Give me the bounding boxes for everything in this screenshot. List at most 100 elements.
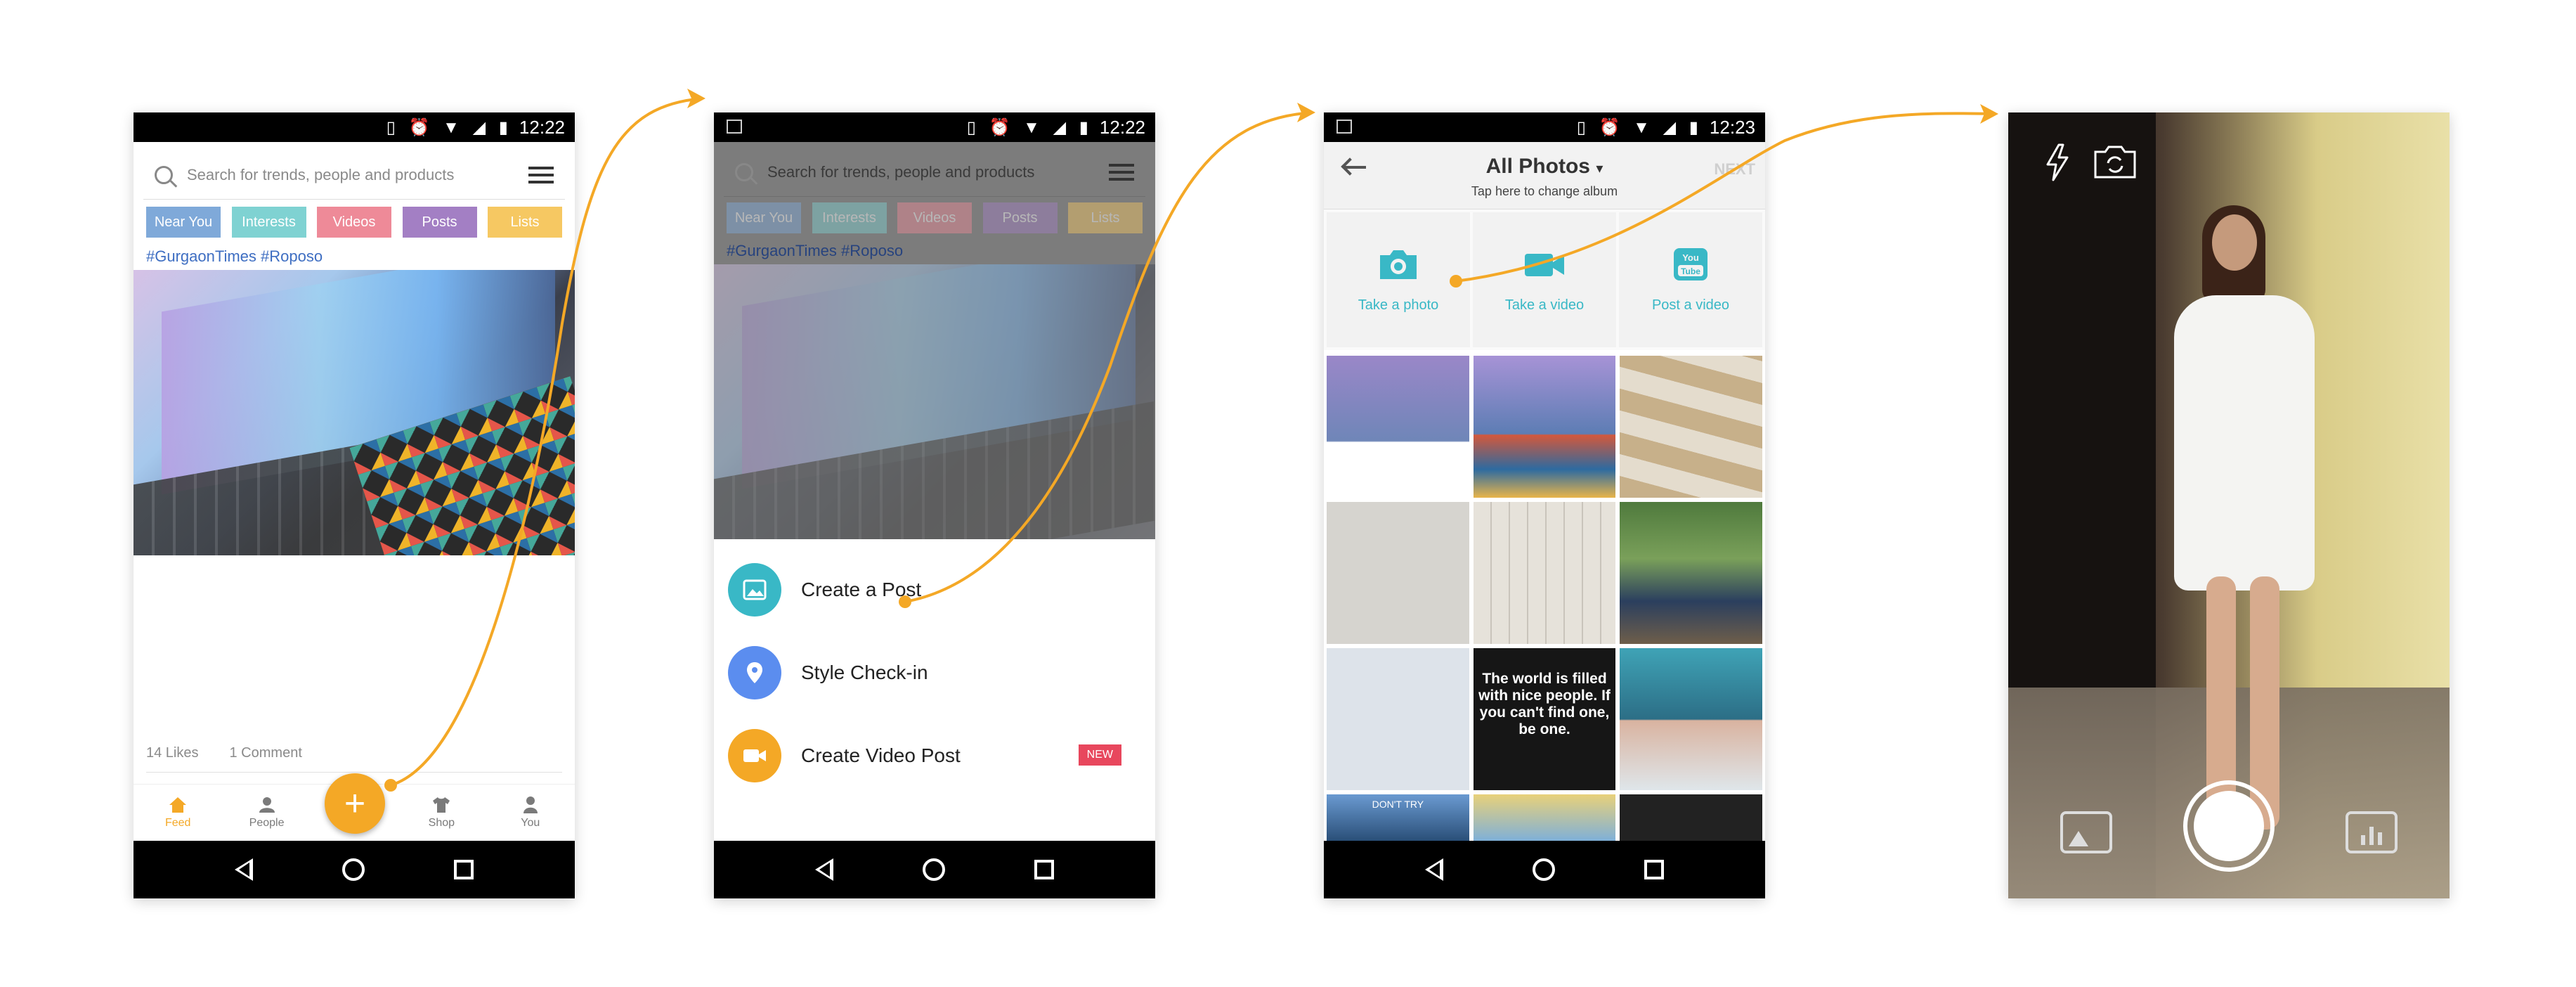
likes-count[interactable]: 14 Likes: [146, 745, 199, 761]
status-icons: ▯ ⏰ ▼ ◢ ▮: [1576, 117, 1703, 137]
gallery-icon[interactable]: [2060, 811, 2112, 853]
capture-label: Post a video: [1651, 297, 1730, 313]
dimmed-feed-overlay[interactable]: Search for trends, people and products N…: [714, 142, 1155, 539]
chip-near-you[interactable]: Near You: [146, 207, 221, 238]
shutter-button[interactable]: [2183, 780, 2275, 872]
android-nav-bar: [134, 841, 575, 898]
menu-label: Style Check-in: [801, 662, 928, 683]
post-video-option[interactable]: You Tube Post a video: [1619, 212, 1762, 347]
create-fab-button[interactable]: +: [325, 773, 385, 834]
comments-count[interactable]: 1 Comment: [230, 745, 302, 761]
shutter-inner: [2194, 791, 2264, 861]
photo-thumbnail[interactable]: [1327, 648, 1469, 790]
chip-interests: Interests: [812, 202, 887, 233]
phone-camera-screen: [2008, 112, 2450, 898]
image-icon: [728, 563, 781, 617]
people-icon: [259, 796, 275, 813]
svg-text:You: You: [1682, 252, 1699, 263]
tab-people[interactable]: People: [235, 796, 299, 830]
chip-videos[interactable]: Videos: [317, 207, 391, 238]
viewfinder-person-head: [2212, 214, 2257, 271]
photo-thumbnail[interactable]: [1620, 356, 1762, 498]
post-hashtags: #GurgaonTimes #Roposo: [727, 242, 904, 259]
photo-thumbnail[interactable]: [1620, 502, 1762, 644]
photo-thumbnail[interactable]: [1473, 356, 1616, 498]
take-photo-option[interactable]: Take a photo: [1327, 212, 1470, 347]
person-icon: [523, 796, 538, 813]
menu-item-style-checkin[interactable]: Style Check-in: [728, 645, 1143, 701]
menu-item-create-video-post[interactable]: Create Video Post NEW: [728, 728, 1143, 784]
status-bar: ▯ ⏰ ▼ ◢ ▮ 12:23: [1324, 112, 1765, 142]
tab-label: People: [249, 816, 285, 829]
recent-apps-icon[interactable]: [1644, 860, 1665, 879]
flash-icon[interactable]: [2045, 143, 2070, 181]
quote-thumbnail[interactable]: The world is filled with nice people. If…: [1473, 648, 1616, 790]
menu-item-create-post[interactable]: Create a Post: [728, 562, 1143, 618]
search-input[interactable]: Search for trends, people and products: [187, 166, 514, 184]
chip-lists: Lists: [1068, 202, 1143, 233]
search-icon: [155, 165, 173, 184]
home-circle-icon[interactable]: [922, 858, 945, 881]
search-bar: Search for trends, people and products: [724, 148, 1145, 197]
take-video-option[interactable]: Take a video: [1473, 212, 1616, 347]
tab-label: Feed: [164, 816, 191, 829]
status-time: 12:23: [1709, 116, 1755, 138]
recent-apps-icon[interactable]: [454, 860, 474, 879]
post-stats: 14 Likes 1 Comment: [146, 745, 302, 761]
filter-icon[interactable]: [2346, 811, 2398, 853]
photo-thumbnail[interactable]: [1327, 502, 1469, 644]
photo-thumbnail[interactable]: [1473, 794, 1616, 841]
chip-interests[interactable]: Interests: [231, 207, 306, 238]
album-title[interactable]: All Photos ▾: [1324, 155, 1765, 179]
chip-lists[interactable]: Lists: [488, 207, 562, 238]
home-circle-icon[interactable]: [341, 858, 365, 881]
status-bar: ▯ ⏰ ▼ ◢ ▮ 12:22: [134, 112, 575, 142]
flow-arrowhead: [1297, 103, 1315, 122]
tab-you[interactable]: You: [499, 796, 562, 830]
status-icons: ▯ ⏰ ▼ ◢ ▮: [966, 117, 1093, 137]
android-nav-bar: [714, 841, 1155, 898]
camera-icon: [1380, 250, 1417, 279]
tab-label: Shop: [428, 816, 455, 829]
svg-text:Tube: Tube: [1681, 266, 1700, 276]
tab-shop[interactable]: Shop: [410, 796, 473, 830]
flow-arrowhead: [687, 89, 705, 108]
chip-posts[interactable]: Posts: [402, 207, 477, 238]
post-hashtags[interactable]: #GurgaonTimes #Roposo: [146, 247, 323, 266]
youtube-icon: You Tube: [1674, 247, 1707, 280]
recent-apps-icon[interactable]: [1034, 860, 1055, 879]
search-input: Search for trends, people and products: [767, 162, 1035, 181]
hamburger-menu-icon[interactable]: [528, 166, 554, 183]
chip-near-you: Near You: [727, 202, 801, 233]
photo-thumbnail[interactable]: [1620, 648, 1762, 790]
tab-label: You: [521, 816, 540, 829]
album-title-text: All Photos: [1485, 155, 1590, 178]
divider: [146, 772, 562, 773]
switch-camera-icon[interactable]: [2093, 143, 2138, 180]
dropdown-caret-icon: ▾: [1596, 161, 1604, 176]
video-camera-icon: [728, 729, 781, 782]
viewfinder-person-dress: [2174, 295, 2315, 591]
tab-feed[interactable]: Feed: [146, 796, 209, 830]
android-nav-bar: [1324, 841, 1765, 898]
home-icon: [169, 796, 187, 813]
next-button[interactable]: NEXT: [1714, 160, 1755, 179]
album-subtitle[interactable]: Tap here to change album: [1324, 184, 1765, 199]
photo-thumbnail[interactable]: DON'T TRY: [1327, 794, 1469, 841]
photo-thumbnail[interactable]: [1327, 356, 1469, 498]
capture-label: Take a photo: [1358, 297, 1439, 313]
status-time: 12:22: [1099, 116, 1145, 138]
location-pin-icon: [728, 646, 781, 699]
quote-text: The world is filled with nice people. If…: [1478, 671, 1611, 738]
photo-thumbnail[interactable]: [1620, 794, 1762, 841]
back-icon[interactable]: [814, 858, 833, 881]
post-image[interactable]: [134, 270, 575, 555]
phone-photo-picker-screen: ▯ ⏰ ▼ ◢ ▮ 12:23 All Photos ▾ Tap here to…: [1324, 112, 1765, 898]
back-icon[interactable]: [1424, 858, 1443, 881]
photo-thumbnail[interactable]: [1473, 502, 1616, 644]
home-circle-icon[interactable]: [1532, 858, 1555, 881]
shirt-icon: [433, 796, 450, 813]
search-bar[interactable]: Search for trends, people and products: [143, 150, 565, 200]
back-icon[interactable]: [234, 858, 253, 881]
post-image: [714, 264, 1155, 539]
